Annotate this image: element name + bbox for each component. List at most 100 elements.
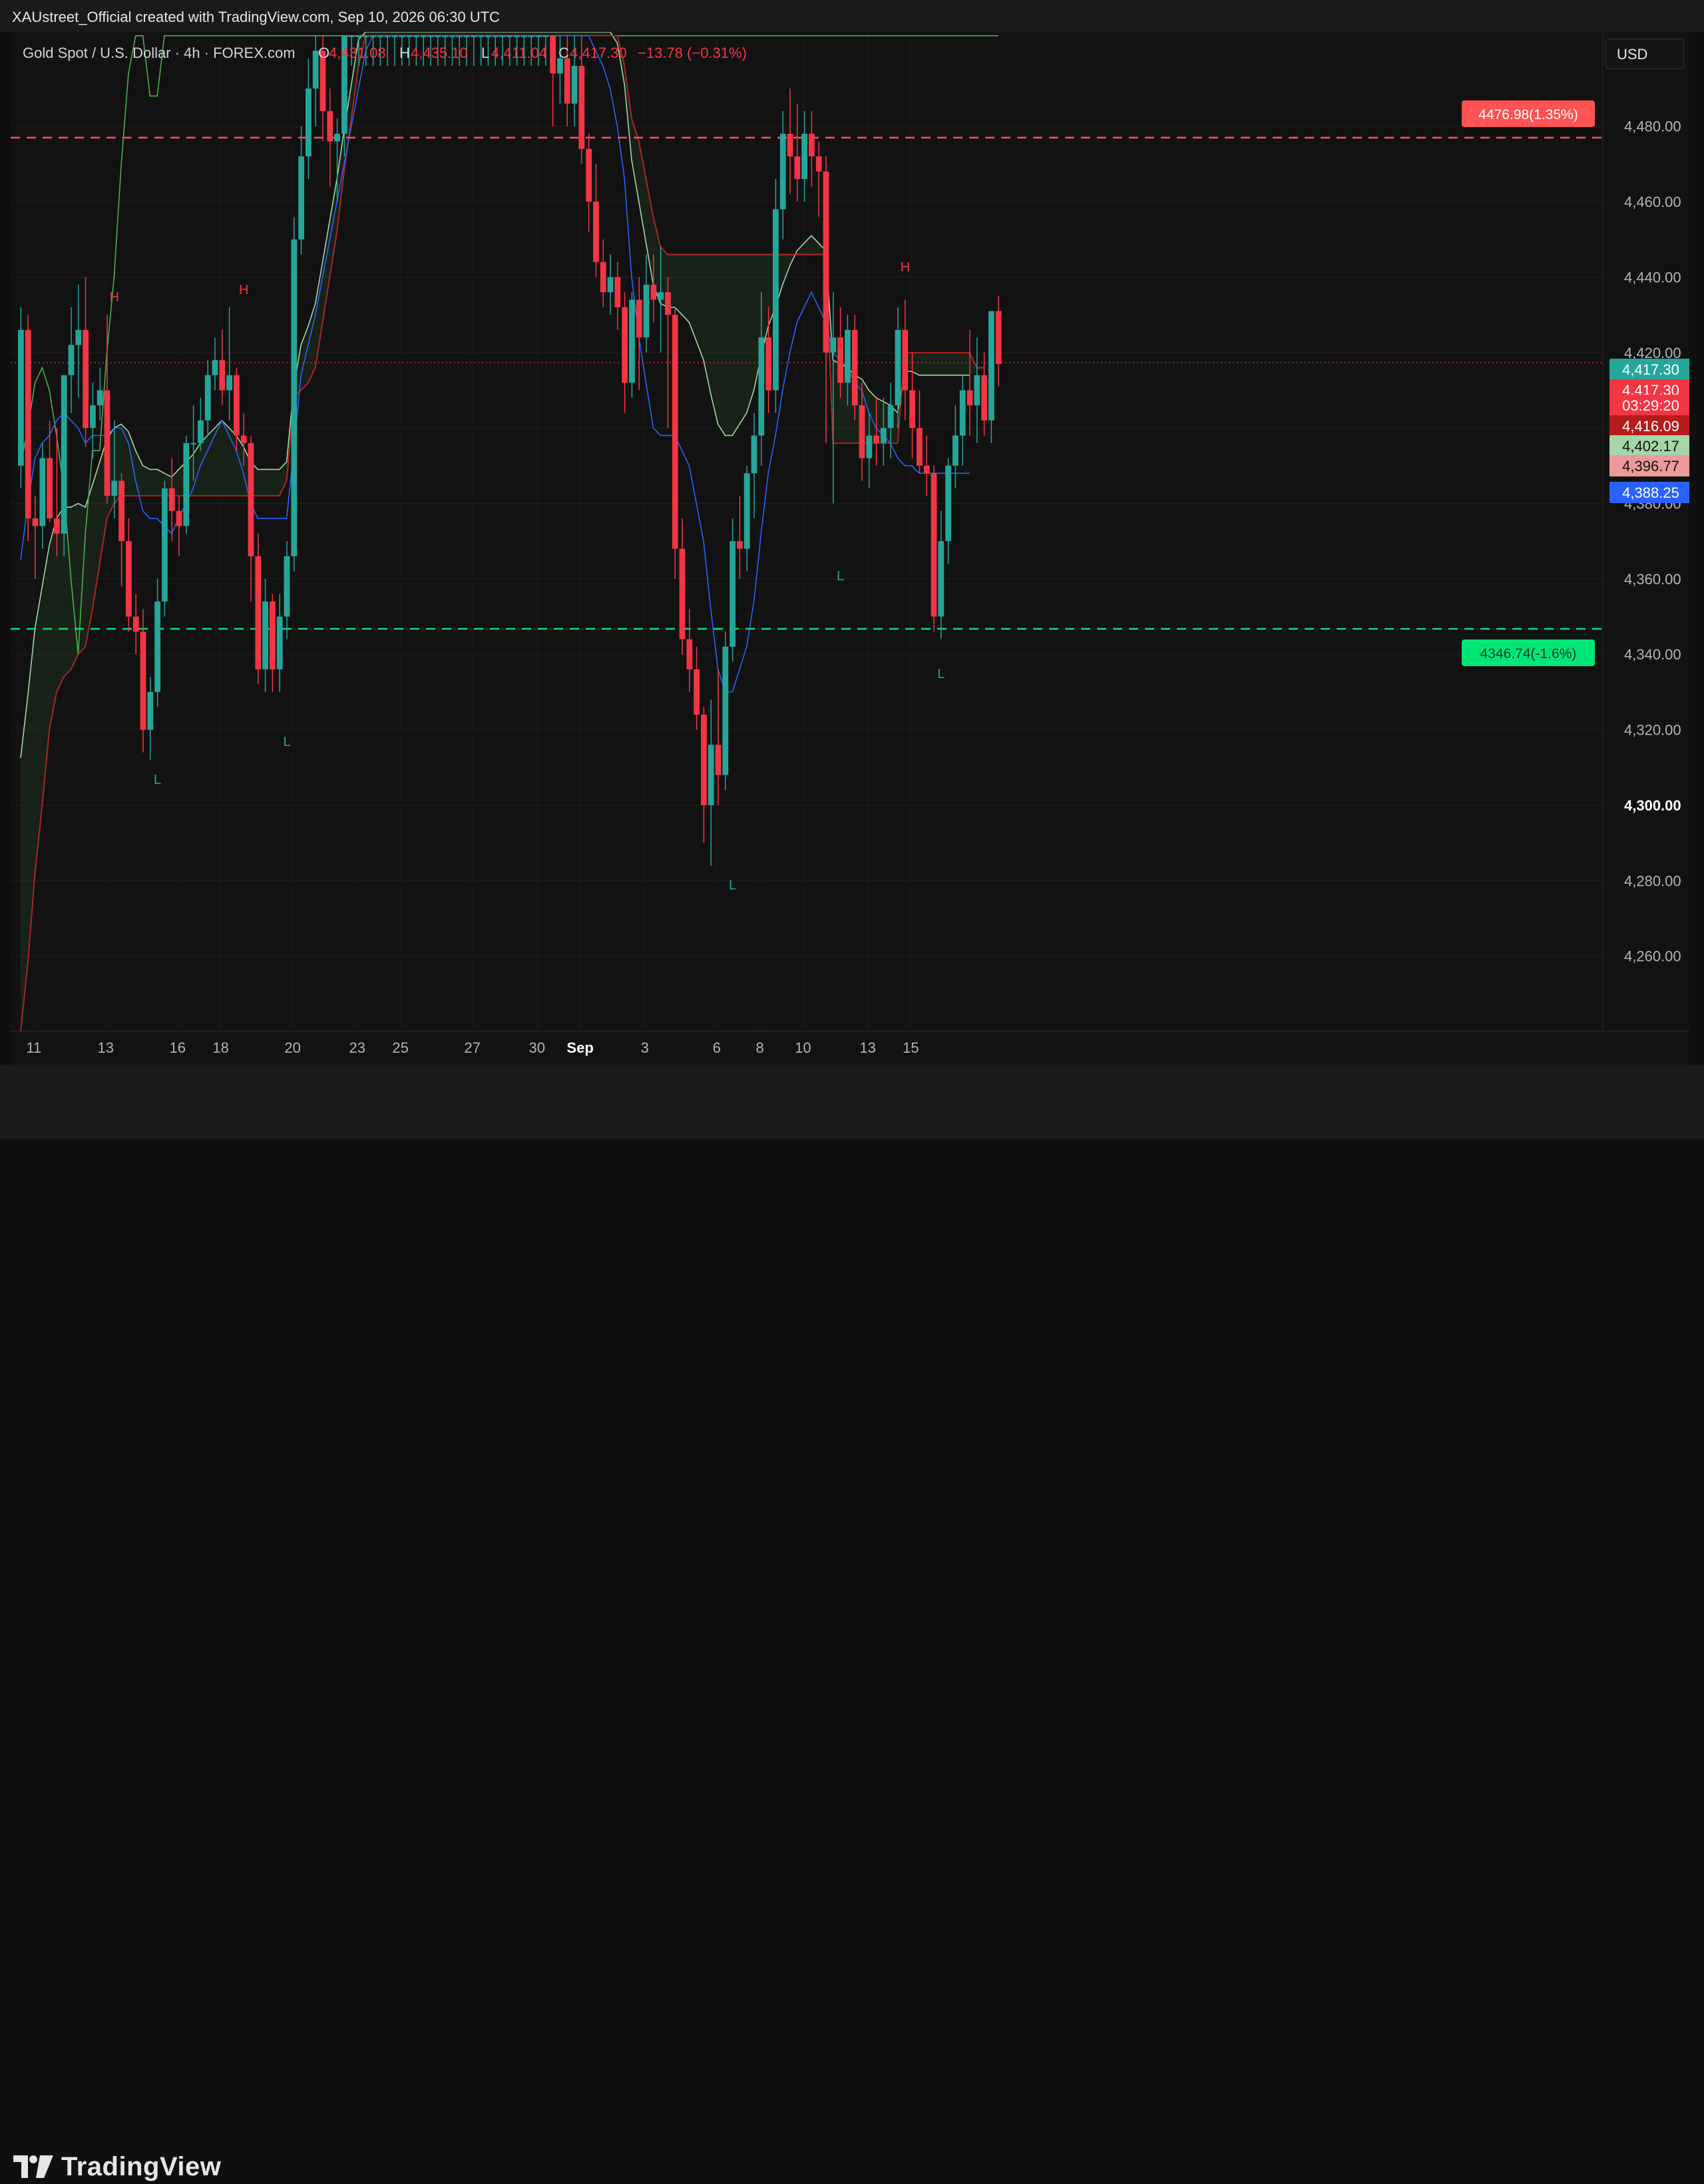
candle <box>931 465 937 632</box>
candle-body <box>535 35 542 37</box>
candle-body <box>787 134 793 157</box>
high-value: 4,435.10 <box>411 45 468 61</box>
candle <box>176 496 182 556</box>
candle-body <box>413 35 419 37</box>
candle-body <box>456 35 463 37</box>
pivot-label-l: L <box>283 735 290 749</box>
candle-body <box>291 239 298 556</box>
candle <box>600 239 606 307</box>
price-chart[interactable]: H L H L L L H L 4,260.00 4,280.00 4,300.00 4,320.0… <box>11 31 1692 1065</box>
pivot-label-l: L <box>837 569 844 584</box>
time-axis: 11 13 16 18 20 23 25 27 30 Sep 3 6 8 10 13 15 <box>11 1031 1689 1056</box>
candle <box>204 360 211 436</box>
candle-body <box>923 465 930 474</box>
time-tick-label: 25 <box>392 1039 408 1056</box>
candle-body <box>132 616 139 632</box>
candle-body <box>902 329 909 391</box>
candle <box>32 496 39 579</box>
candle <box>212 337 218 391</box>
candle-body <box>61 375 67 534</box>
candle <box>68 307 75 413</box>
price-axis-tag: 4,396.77 <box>1609 455 1692 476</box>
ohlc-legend: Gold Spot / U.S. Dollar · 4h · FOREX.com… <box>23 45 747 61</box>
price-tick-label: 4,300.00 <box>1624 797 1681 814</box>
candle <box>18 307 24 488</box>
candle-body <box>306 89 312 157</box>
candle-body <box>751 435 757 474</box>
candle-body <box>600 262 606 293</box>
close-label: C <box>558 45 569 61</box>
time-tick-label: 27 <box>464 1039 480 1056</box>
candle <box>162 480 168 617</box>
candle <box>773 179 779 413</box>
candle-body <box>384 35 391 37</box>
candle-body <box>953 435 958 466</box>
price-tick-label: 4,440.00 <box>1624 269 1681 285</box>
candle-body <box>507 35 513 37</box>
candle-body <box>859 405 865 458</box>
candle-body <box>471 35 477 37</box>
candle <box>132 594 139 655</box>
candle <box>636 277 642 391</box>
span-a-line <box>20 31 970 759</box>
candle-body <box>823 171 829 353</box>
target-tag: 4476.98(1.35%) <box>1462 100 1595 127</box>
candle <box>787 89 793 194</box>
price-tick-label: 4,360.00 <box>1624 571 1681 588</box>
candle <box>851 315 858 421</box>
candle-body <box>779 134 786 210</box>
candle <box>586 134 592 232</box>
currency-selector[interactable]: USD <box>1605 39 1684 69</box>
candle-body <box>629 299 635 383</box>
candle <box>686 609 693 692</box>
time-tick-label: 11 <box>26 1039 41 1056</box>
candle-body <box>226 375 232 391</box>
time-tick-label: 16 <box>170 1039 186 1056</box>
candle-body <box>140 632 146 730</box>
candle-body <box>442 35 448 37</box>
tradingview-logo[interactable]: TradingView <box>13 2149 221 2184</box>
candle <box>39 443 46 549</box>
candle <box>715 669 722 805</box>
candle-body <box>665 292 671 315</box>
candle-body <box>672 315 678 549</box>
target-tag-label: 4476.98(1.35%) <box>1478 107 1578 122</box>
candle-body <box>578 66 585 149</box>
candle <box>629 292 635 398</box>
candle-body <box>679 548 686 639</box>
candles <box>18 35 1002 866</box>
candle-body <box>830 337 837 353</box>
candle-body <box>801 134 807 180</box>
candle-body <box>550 35 556 74</box>
pivot-labels: H L H L L L H L <box>110 260 945 893</box>
target-tag-label: 4346.74(-1.6%) <box>1480 646 1577 661</box>
candle-body <box>722 646 729 775</box>
candle <box>938 510 945 639</box>
chart-panel[interactable]: H L H L L L H L 4,260.00 4,280.00 4,300.00 4,320.0… <box>11 31 1692 1065</box>
candle-body <box>643 284 650 338</box>
candle <box>995 295 1002 387</box>
candle-body <box>917 428 923 466</box>
candle <box>391 35 398 67</box>
candle <box>327 89 333 187</box>
candle-body <box>485 35 491 37</box>
candle <box>255 533 262 685</box>
candle-body <box>355 35 362 37</box>
candle-body <box>399 35 405 37</box>
candle <box>270 594 276 692</box>
candle-body <box>866 435 873 458</box>
candle <box>75 284 82 398</box>
candle <box>966 329 973 436</box>
candle-body <box>126 541 132 617</box>
candle-body <box>909 390 915 429</box>
tradingview-logo-icon <box>13 2155 53 2178</box>
candle <box>809 111 815 187</box>
candle <box>722 632 729 791</box>
candle-body <box>276 616 283 669</box>
price-axis-tag-label: 4,417.30 <box>1622 361 1679 378</box>
candle-body <box>162 488 168 602</box>
candle <box>593 164 599 277</box>
candle-body <box>607 277 614 293</box>
candle <box>945 458 951 564</box>
candle-body <box>284 556 290 617</box>
